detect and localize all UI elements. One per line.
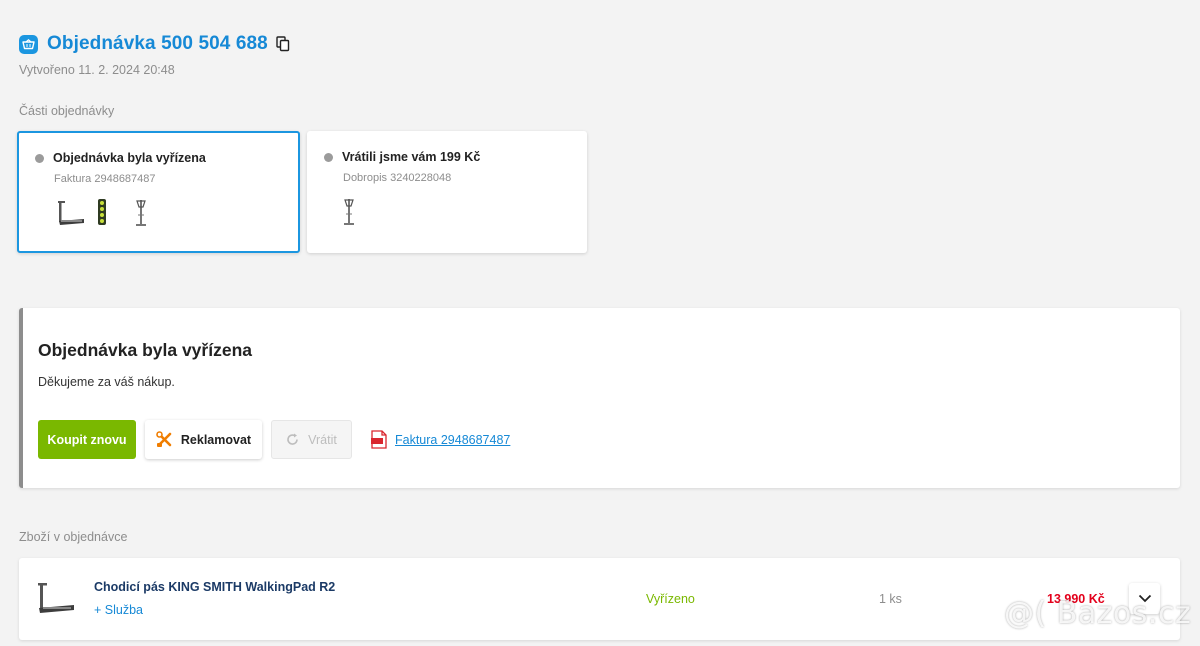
part-card-completed[interactable]: Objednávka byla vyřízena Faktura 2948687… bbox=[17, 131, 300, 253]
claim-label: Reklamovat bbox=[180, 432, 252, 447]
claim-button[interactable]: Reklamovat bbox=[145, 420, 262, 459]
page-title: Objednávka 500 504 688 bbox=[47, 33, 268, 54]
parts-section-label: Části objednávky bbox=[19, 104, 115, 118]
copy-icon[interactable] bbox=[276, 36, 290, 52]
watermark: @( Bazos.cz bbox=[1004, 596, 1192, 631]
action-bar: Koupit znovu Reklamovat Vrátit Faktura 2… bbox=[38, 420, 1180, 459]
status-title: Objednávka byla vyřízena bbox=[38, 340, 252, 360]
return-button[interactable]: Vrátit bbox=[271, 420, 352, 459]
buy-again-button[interactable]: Koupit znovu bbox=[38, 420, 136, 459]
created-timestamp: Vytvořeno 11. 2. 2024 20:48 bbox=[19, 63, 175, 77]
status-message: Děkujeme za váš nákup. bbox=[38, 375, 175, 389]
part-subtitle: Faktura 2948687487 bbox=[54, 173, 156, 185]
part-title: Objednávka byla vyřízena bbox=[53, 151, 206, 165]
refresh-icon bbox=[286, 433, 299, 446]
order-status-panel: Objednávka byla vyřízena Děkujeme za váš… bbox=[19, 308, 1180, 488]
status-dot bbox=[35, 153, 44, 163]
stand-thumb bbox=[342, 196, 356, 226]
status-dot bbox=[324, 152, 333, 162]
part-subtitle: Dobropis 3240228048 bbox=[343, 172, 452, 184]
add-service-link[interactable]: + Služba bbox=[94, 603, 143, 617]
treadmill-thumb bbox=[56, 197, 86, 227]
items-section-label: Zboží v objednávce bbox=[19, 530, 128, 544]
lamp-thumb bbox=[96, 197, 108, 227]
invoice-link[interactable]: Faktura 2948687487 bbox=[371, 430, 510, 449]
product-image bbox=[36, 580, 76, 621]
product-name-link[interactable]: Chodicí pás KING SMITH WalkingPad R2 bbox=[94, 580, 335, 594]
stand-thumb bbox=[134, 197, 148, 227]
part-card-refund[interactable]: Vrátili jsme vám 199 Kč Dobropis 3240228… bbox=[307, 131, 587, 253]
part-title: Vrátili jsme vám 199 Kč bbox=[342, 150, 481, 164]
pdf-icon bbox=[371, 430, 387, 449]
item-status: Vyřízeno bbox=[646, 592, 695, 606]
basket-icon bbox=[19, 34, 38, 54]
tools-icon bbox=[156, 431, 173, 448]
return-label: Vrátit bbox=[308, 432, 337, 447]
invoice-link-text: Faktura 2948687487 bbox=[395, 432, 511, 447]
item-quantity: 1 ks bbox=[879, 592, 902, 606]
order-header: Objednávka 500 504 688 bbox=[19, 33, 290, 55]
